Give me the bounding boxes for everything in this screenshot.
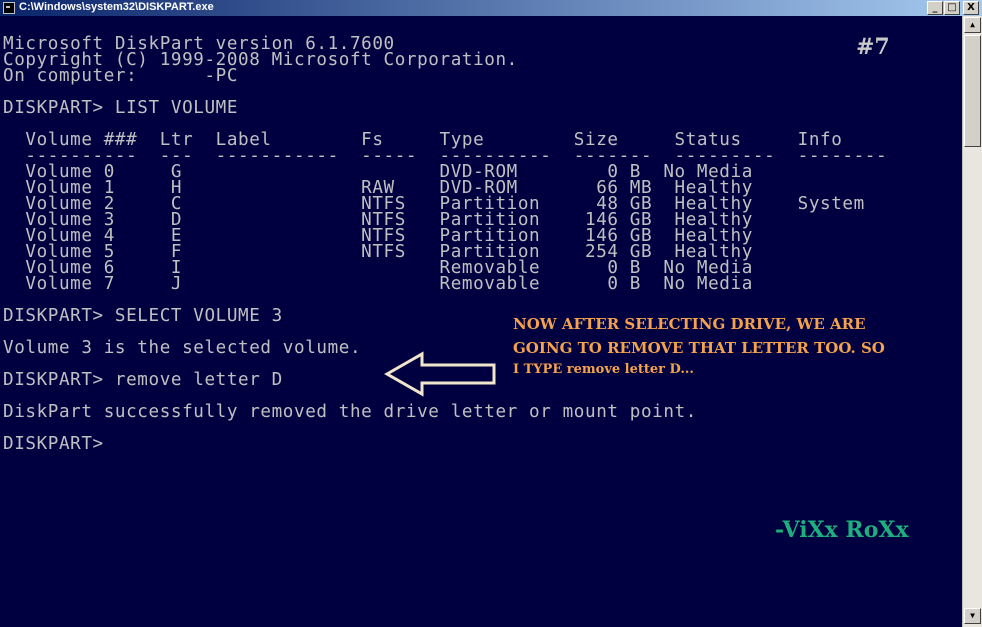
console-line: DISKPART> LIST VOLUME <box>3 98 239 118</box>
console-line: Volume 3 is the selected volume. <box>3 338 362 358</box>
scroll-thumb[interactable] <box>964 35 981 147</box>
scroll-up-icon[interactable]: ▲ <box>964 17 981 33</box>
window-title: C:\Windows\system32\DISKPART.exe <box>19 1 214 13</box>
note-line: GOING TO REMOVE THAT LETTER TOO. SO <box>513 339 885 357</box>
note-line: I TYPE remove letter D... <box>513 362 694 377</box>
console-line: DISKPART> SELECT VOLUME 3 <box>3 306 283 326</box>
console-prompt[interactable]: DISKPART> <box>3 435 104 453</box>
console-line: On computer: -PC <box>3 66 239 86</box>
maximize-button[interactable]: □ <box>944 1 960 15</box>
step-number: #7 <box>856 34 890 60</box>
signature: -ViXx RoXx <box>775 517 909 543</box>
close-button[interactable]: X <box>963 1 979 15</box>
arrow-left-icon <box>384 351 496 397</box>
console-line: DiskPart successfully removed the drive … <box>3 402 697 422</box>
title-bar[interactable]: C:\Windows\system32\DISKPART.exe _ □ X <box>0 0 982 16</box>
vertical-scrollbar[interactable]: ▲ ▼ <box>962 16 982 627</box>
table-row: Volume 7 J Removable 0 B No Media <box>3 274 753 294</box>
minimize-button[interactable]: _ <box>927 1 943 15</box>
console-icon <box>3 2 15 14</box>
scroll-down-icon[interactable]: ▼ <box>964 608 981 624</box>
console-line: DISKPART> remove letter D <box>3 370 283 390</box>
note-line: NOW AFTER SELECTING DRIVE, WE ARE <box>513 315 866 333</box>
